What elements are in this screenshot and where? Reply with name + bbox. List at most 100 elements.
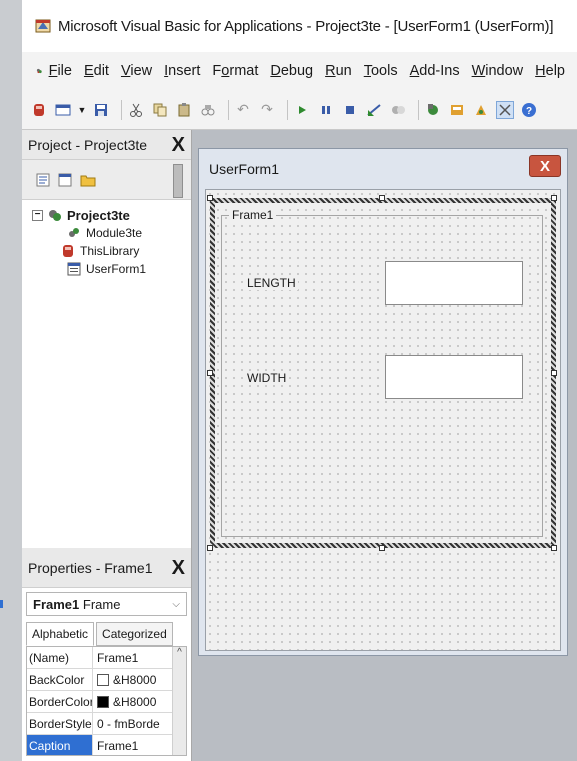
menu-view[interactable]: View [121,63,152,79]
project-icon [47,207,63,223]
color-swatch [97,673,109,686]
menu-run[interactable]: Run [325,63,352,79]
find-icon[interactable] [199,101,217,119]
project-toolbar [22,160,191,200]
resize-handle[interactable] [551,370,557,376]
project-explorer-icon[interactable] [389,101,407,119]
copy-icon[interactable] [151,101,169,119]
length-textbox[interactable] [385,261,523,305]
reset-icon[interactable] [341,101,359,119]
resize-handle[interactable] [379,195,385,201]
run-icon[interactable] [293,101,311,119]
chevron-down-icon[interactable]: ⌵ [172,599,180,610]
object-browser-icon[interactable] [448,101,466,119]
view-host-app-icon[interactable] [30,101,48,119]
resize-handle[interactable] [207,370,213,376]
property-row[interactable]: BorderColor &H8000 [27,691,186,713]
userform-title: UserForm1 [209,161,280,177]
insert-userform-icon[interactable] [54,101,72,119]
vba-app-icon [35,19,51,33]
width-textbox[interactable] [385,355,523,399]
paste-icon[interactable] [175,101,193,119]
tab-categorized[interactable]: Categorized [96,622,173,646]
tree-item-module[interactable]: Module3te [32,224,191,242]
userform-close-button[interactable]: X [529,155,561,177]
property-row[interactable]: BorderStyle 0 - fmBorde [27,713,186,735]
project-name: Project3te [67,207,130,223]
userform-designer-window[interactable]: UserForm1 X Frame1 LENGTH WIDTH [198,148,568,656]
tree-item-label: ThisLibrary [80,244,140,258]
tab-alphabetic[interactable]: Alphabetic [26,622,95,646]
resize-handle[interactable] [207,195,213,201]
resize-handle[interactable] [379,545,385,551]
toolbar-separator [418,99,419,120]
userform-canvas[interactable]: Frame1 LENGTH WIDTH [205,189,561,651]
help-icon[interactable]: ? [520,101,538,119]
properties-panel-title: Properties - Frame1 [28,559,153,576]
undo-icon[interactable]: ↶ [234,101,252,119]
menu-edit[interactable]: Edit [84,63,109,79]
width-label[interactable]: WIDTH [245,371,289,385]
property-name: BackColor [27,669,93,690]
save-icon[interactable] [92,101,110,119]
view-object-icon[interactable] [58,173,72,187]
menu-add-ins[interactable]: Add-Ins [410,63,460,79]
frame-caption: Frame1 [229,208,277,222]
property-name: BorderColor [27,691,93,712]
menu-file[interactable]: File [49,63,72,79]
property-row-selected[interactable]: Caption Frame1 [27,735,186,755]
property-name: (Name) [27,647,93,668]
properties-scrollbar[interactable]: ^ [172,647,186,755]
menu-help[interactable]: Help [535,63,565,79]
toggle-folders-icon[interactable] [80,173,96,187]
toolbox-icon[interactable] [472,101,490,119]
project-panel-title: Project - Project3te [28,136,148,153]
object-selector-value: Frame1 Frame [33,596,121,612]
tree-item-userform[interactable]: UserForm1 [32,260,191,278]
project-scrollbar[interactable] [173,164,183,198]
properties-panel: Properties - Frame1 X Frame1 Frame ⌵ Alp… [22,548,192,761]
frame-control[interactable]: Frame1 LENGTH WIDTH [215,203,551,543]
property-row[interactable]: (Name) Frame1 [27,647,186,669]
property-row[interactable]: BackColor &H8000 [27,669,186,691]
toolbar-separator [228,99,229,120]
redo-icon[interactable]: ↷ [258,101,276,119]
object-selector[interactable]: Frame1 Frame ⌵ [26,592,187,616]
menu-debug[interactable]: Debug [270,63,313,79]
scroll-up-icon[interactable]: ^ [177,647,182,658]
userform-icon [66,261,82,277]
design-mode-icon[interactable] [365,101,383,119]
menu-insert[interactable]: Insert [164,63,200,79]
resize-handle[interactable] [551,195,557,201]
tree-item-library[interactable]: ThisLibrary [32,242,191,260]
property-value: &H8000 [113,672,157,687]
property-name: Caption [27,735,93,755]
resize-handle[interactable] [207,545,213,551]
menu-bar: File Edit View Insert Format Debug Run T… [22,52,577,90]
menu-window[interactable]: Window [472,63,524,79]
properties-grid: (Name) Frame1 BackColor &H8000 BorderCol… [26,646,187,756]
break-icon[interactable] [317,101,335,119]
color-swatch [97,695,109,708]
properties-window-icon[interactable] [424,101,442,119]
toolbar-separator [287,99,288,120]
menu-format[interactable]: Format [212,63,258,79]
collapse-icon[interactable]: − [32,209,43,221]
properties-panel-header: Properties - Frame1 X [22,548,191,588]
property-name: BorderStyle [27,713,93,734]
cut-icon[interactable] [127,101,145,119]
project-close-button[interactable]: X [172,135,185,155]
chevron-down-icon[interactable]: ▼ [78,101,87,119]
menu-tools[interactable]: Tools [364,63,398,79]
tree-item-project[interactable]: − Project3te [32,206,191,224]
vba-menu-icon[interactable] [36,60,43,82]
toolbox-toggle-icon[interactable] [496,100,514,119]
tree-item-label: UserForm1 [86,262,147,276]
tree-item-label: Module3te [86,226,143,240]
view-code-icon[interactable] [36,173,50,187]
edge-marker [0,600,3,608]
resize-handle[interactable] [551,545,557,551]
length-label[interactable]: LENGTH [245,276,298,290]
properties-close-button[interactable]: X [172,558,185,578]
userform-title-bar: UserForm1 [199,149,567,189]
